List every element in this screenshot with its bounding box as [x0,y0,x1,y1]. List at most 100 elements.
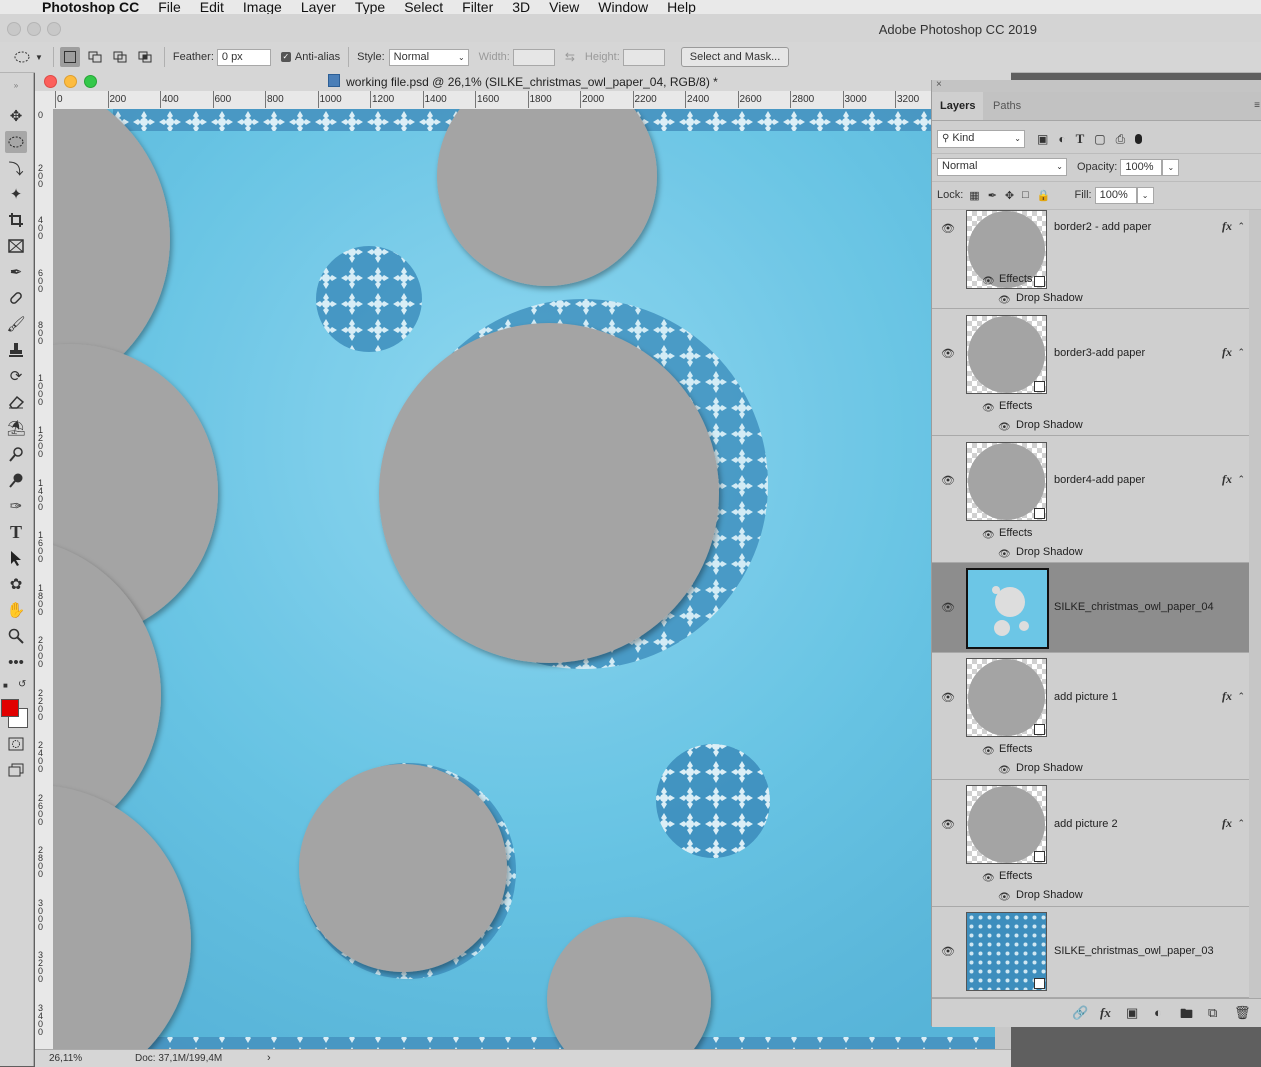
adjustment-icon[interactable]: ◐ [1154,1005,1162,1020]
eye-icon[interactable]: 👁 [982,276,995,287]
photo-placeholder-large[interactable] [379,323,719,663]
eye-icon[interactable]: 👁 [941,818,955,831]
dodge-tool[interactable] [5,443,27,465]
swap-colors-icon[interactable]: ↺ [18,679,26,690]
menu-help[interactable]: Help [667,0,696,14]
status-menu-arrow-icon[interactable]: › [267,1052,271,1064]
fx-icon[interactable]: fx [1222,345,1232,360]
layer-name[interactable]: add picture 2 [1054,818,1118,830]
opacity-dropdown-icon[interactable]: ⌄ [1162,158,1180,176]
drop-shadow-label[interactable]: Drop Shadow [1016,762,1083,774]
eye-icon[interactable]: 👁 [941,945,955,958]
menu-edit[interactable]: Edit [200,0,224,14]
filter-adjustment-icon[interactable]: ◐ [1058,132,1065,146]
intersect-selection-button[interactable] [135,47,155,67]
menu-window[interactable]: Window [598,0,648,14]
foreground-color-swatch[interactable] [1,699,19,717]
minimize-window-button[interactable] [27,22,41,36]
drop-shadow-label[interactable]: Drop Shadow [1016,292,1083,304]
filter-smart-object-icon[interactable]: ⎙ [1116,132,1126,147]
photo-placeholder-medium[interactable] [299,764,507,972]
horizontal-ruler[interactable]: 0 200 400 600 800 1000 1200 1400 1600 1800 2000 220… [53,91,1011,110]
hand-tool[interactable]: ✋ [5,599,27,621]
eye-icon[interactable]: 👁 [941,601,955,614]
custom-shape-tool[interactable]: ✿ [5,573,27,595]
add-to-selection-button[interactable] [85,47,105,67]
link-icon[interactable]: 🔗 [1072,1005,1088,1021]
move-tool[interactable]: ✥ [5,105,27,127]
zoom-window-button[interactable] [47,22,61,36]
tab-paths[interactable]: Paths [985,92,1029,120]
lock-all-icon[interactable]: 🔒 [1037,189,1051,202]
zoom-tool[interactable] [5,625,27,647]
clone-stamp-tool[interactable] [5,339,27,361]
drop-shadow-label[interactable]: Drop Shadow [1016,546,1083,558]
brush-tool[interactable]: 🖌 [5,313,27,335]
select-and-mask-button[interactable]: Select and Mask... [680,47,790,67]
fx-icon[interactable]: fx [1222,219,1232,234]
eye-icon[interactable]: 👁 [982,873,995,884]
crop-tool[interactable] [5,209,27,231]
feather-input[interactable]: 0 px [216,48,271,66]
eye-icon[interactable]: 👁 [982,403,995,414]
opacity-input[interactable]: 100% [1120,158,1163,176]
burn-tool[interactable] [5,469,27,491]
filter-kind-select[interactable]: ⚲ Kind ⌄ [937,130,1025,148]
eye-icon[interactable]: 👁 [941,347,955,360]
marquee-preset-picker[interactable]: ▼ [14,50,43,64]
fill-dropdown-icon[interactable]: ⌄ [1136,186,1154,204]
zoom-level[interactable]: 26,11% [49,1053,82,1064]
new-layer-icon[interactable]: ⧉ [1208,1005,1217,1021]
menu-3d[interactable]: 3D [512,0,530,14]
collapse-effects-icon[interactable]: ⌃ [1237,474,1245,485]
paint-bucket-tool[interactable]: ⛱ [5,417,27,439]
magic-wand-tool[interactable]: ✦ [5,183,27,205]
eye-icon[interactable]: 👁 [998,549,1011,560]
panel-menu-icon[interactable]: ≡ [1254,100,1260,111]
lock-transparent-icon[interactable]: ▦ [969,189,979,202]
ruler-origin[interactable] [35,91,54,110]
layer-name[interactable]: SILKE_christmas_owl_paper_04 [1054,601,1214,613]
menu-image[interactable]: Image [243,0,282,14]
layers-scrollbar[interactable] [1249,210,1261,1020]
filter-shape-icon[interactable]: ▢ [1094,132,1105,146]
fill-input[interactable]: 100% [1094,186,1137,204]
elliptical-marquee-tool[interactable] [5,131,27,153]
menu-view[interactable]: View [549,0,579,14]
edit-toolbar-button[interactable]: ••• [5,651,27,673]
filter-type-icon[interactable]: T [1076,131,1085,147]
history-brush-tool[interactable]: ⟳ [5,365,27,387]
collapse-toolbar-icon[interactable]: » [5,80,27,90]
layer-name[interactable]: SILKE_christmas_owl_paper_03 [1054,945,1214,957]
lock-position-icon[interactable]: ✥ [1005,189,1014,202]
tab-layers[interactable]: Layers [932,92,984,120]
eye-icon[interactable]: 👁 [998,765,1011,776]
menu-file[interactable]: File [158,0,181,14]
fx-icon[interactable]: fx [1222,472,1232,487]
subtract-from-selection-button[interactable] [110,47,130,67]
eraser-tool[interactable] [5,391,27,413]
new-selection-button[interactable] [59,47,80,67]
layer-row-selected[interactable]: 👁 SILKE_christmas_owl_paper_04 [932,563,1249,653]
eye-icon[interactable]: 👁 [998,892,1011,903]
drop-shadow-label[interactable]: Drop Shadow [1016,419,1083,431]
eye-icon[interactable]: 👁 [998,422,1011,433]
filter-toggle[interactable] [1135,134,1143,144]
filter-pixel-icon[interactable]: ▣ [1037,132,1048,146]
collapse-effects-icon[interactable]: ⌃ [1237,221,1245,232]
blend-mode-select[interactable]: Normal ⌄ [937,158,1067,176]
collapse-effects-icon[interactable]: ⌃ [1237,347,1245,358]
folder-icon[interactable]: 🖿 [1180,1005,1193,1027]
layer-row[interactable]: 👁 border3-add paper fx ⌃ 👁 Effects 👁 Dro… [932,309,1249,436]
drop-shadow-label[interactable]: Drop Shadow [1016,889,1083,901]
frame-tool[interactable] [5,235,27,257]
close-window-button[interactable] [7,22,21,36]
mask-icon[interactable]: ▣ [1126,1005,1138,1021]
layer-name[interactable]: border3-add paper [1054,347,1145,359]
eye-icon[interactable]: 👁 [982,746,995,757]
layer-name[interactable]: add picture 1 [1054,691,1118,703]
eye-icon[interactable]: 👁 [982,530,995,541]
collapse-effects-icon[interactable]: ⌃ [1237,818,1245,829]
layer-row[interactable]: 👁 add picture 2 fx ⌃ 👁 Effects 👁 Drop Sh… [932,780,1249,907]
type-tool[interactable]: T [5,521,27,543]
